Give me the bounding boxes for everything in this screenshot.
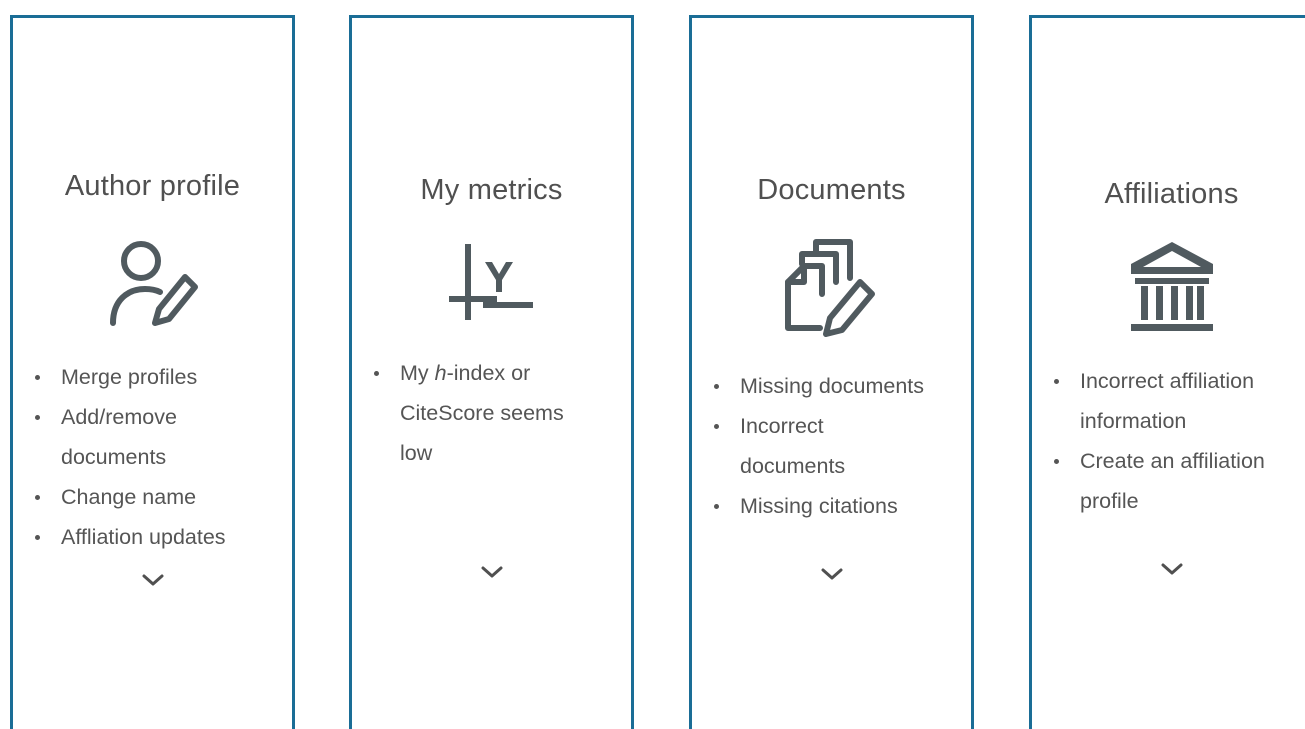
list-item[interactable]: Affliation updates bbox=[35, 517, 285, 557]
card-topic-list: Missing documents Incorrect documents Mi… bbox=[714, 366, 969, 526]
chevron-down-icon[interactable] bbox=[477, 563, 507, 583]
card-affiliations[interactable]: Affiliations Incorrect affiliation infor… bbox=[1029, 15, 1305, 729]
chevron-down-icon[interactable] bbox=[817, 565, 847, 585]
list-item[interactable]: Incorrect documents bbox=[714, 406, 870, 486]
list-item[interactable]: Add/remove documents bbox=[35, 397, 285, 477]
card-topic-list: My h-index or CiteScore seems low bbox=[374, 353, 624, 473]
card-title: My metrics bbox=[420, 174, 563, 206]
list-item[interactable]: Incorrect affiliation information bbox=[1054, 361, 1280, 441]
list-item[interactable]: Change name bbox=[35, 477, 285, 517]
card-documents[interactable]: Documents Missing documents Incorrect do… bbox=[689, 15, 974, 729]
card-topic-list: Merge profiles Add/remove documents Chan… bbox=[35, 357, 285, 557]
card-title: Author profile bbox=[64, 170, 241, 202]
list-item[interactable]: Missing documents bbox=[714, 366, 969, 406]
card-title: Affiliations bbox=[1104, 178, 1239, 210]
list-item[interactable]: Create an affiliation profile bbox=[1054, 441, 1290, 521]
card-title: Documents bbox=[757, 174, 906, 206]
list-item[interactable]: My h-index or CiteScore seems low bbox=[374, 353, 570, 473]
documents-edit-icon bbox=[780, 238, 884, 338]
list-item[interactable]: Merge profiles bbox=[35, 357, 285, 397]
card-my-metrics[interactable]: My metrics My h-index or CiteScore seems… bbox=[349, 15, 634, 729]
metrics-icon bbox=[447, 240, 537, 324]
list-item[interactable]: Missing citations bbox=[714, 486, 969, 526]
card-author-profile[interactable]: Author profile Merge profiles Add/remove… bbox=[10, 15, 295, 729]
user-edit-icon bbox=[103, 233, 203, 329]
chevron-down-icon[interactable] bbox=[138, 571, 168, 591]
card-topic-list: Incorrect affiliation information Create… bbox=[1054, 361, 1305, 521]
institution-icon bbox=[1127, 240, 1217, 336]
chevron-down-icon[interactable] bbox=[1157, 560, 1187, 580]
